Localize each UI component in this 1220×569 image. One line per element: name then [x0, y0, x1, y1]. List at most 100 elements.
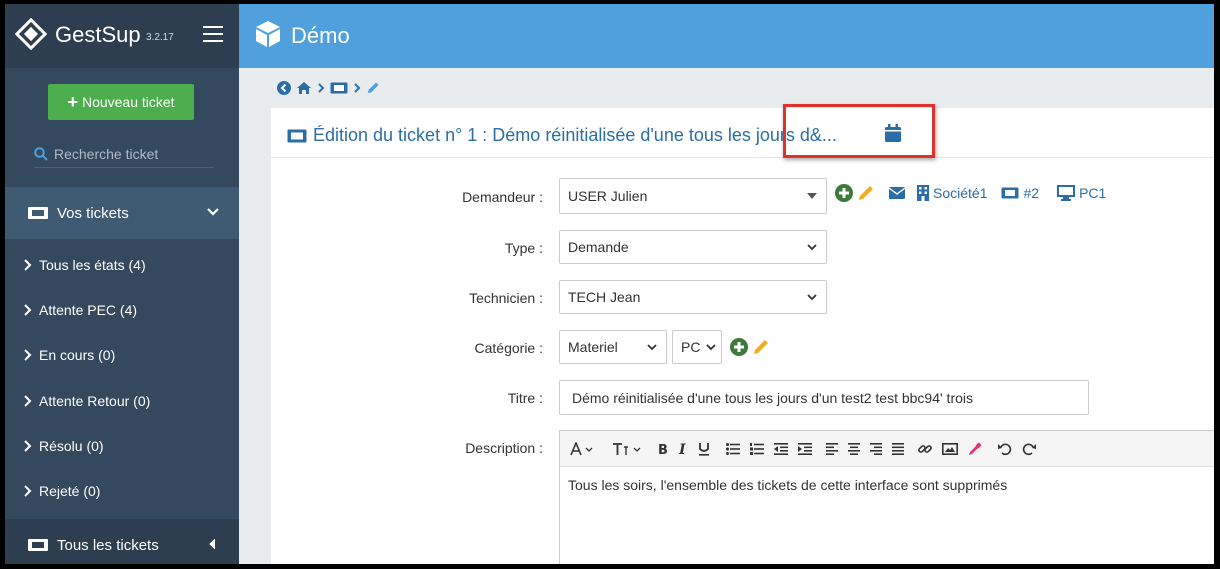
chevron-right-icon [354, 83, 361, 93]
requester-actions: Société1 #2 PC1 [835, 184, 1106, 202]
sidebar-item-label: Tous les états (4) [39, 257, 146, 273]
sidebar-item-attente-retour[interactable]: Attente Retour (0) [23, 390, 150, 412]
chevron-down-icon [807, 294, 817, 301]
add-circle-icon[interactable] [730, 338, 748, 356]
description-label: Description : [465, 440, 543, 456]
description-editor: B I Tous les soirs, l'ensemble des ticke… [559, 430, 1214, 564]
sidebar-item-attente-pec[interactable]: Attente PEC (4) [23, 299, 137, 321]
pencil-icon[interactable] [366, 81, 380, 95]
technician-label: Technicien : [469, 290, 543, 306]
type-value: Demande [568, 239, 629, 255]
home-icon[interactable] [296, 81, 312, 95]
chevron-right-icon [318, 83, 325, 93]
brand-version: 3.2.17 [146, 32, 174, 43]
bullet-list-icon[interactable] [726, 441, 740, 457]
sidebar-item-label: En cours (0) [39, 347, 116, 363]
requester-select[interactable]: USER Julien [559, 178, 827, 214]
redo-icon[interactable] [1022, 441, 1036, 457]
vos-tickets-label: Vos tickets [57, 204, 129, 222]
sidebar-item-en-cours[interactable]: En cours (0) [23, 344, 115, 366]
subcategory-select[interactable]: PC [672, 330, 722, 364]
titre-input[interactable]: Démo réinitialisée d'une tous les jours … [559, 380, 1089, 415]
chevron-right-icon [24, 440, 32, 452]
sidebar-item-vos-tickets[interactable]: Vos tickets [5, 187, 239, 239]
bold-icon[interactable]: B [658, 441, 668, 457]
building-icon [917, 185, 929, 201]
desktop-icon [1057, 185, 1076, 201]
category-select[interactable]: Materiel [559, 330, 667, 364]
chevron-down-icon [207, 208, 219, 216]
italic-icon[interactable]: I [678, 441, 688, 457]
requester-value: USER Julien [568, 188, 648, 204]
sidebar: GestSup 3.2.17 + Nouveau ticket Vos tick… [5, 4, 239, 564]
ticket-edit-card: Édition du ticket n° 1 : Démo réinitiali… [271, 104, 1214, 564]
menu-toggle-icon[interactable] [203, 26, 223, 42]
text-size-icon[interactable] [612, 441, 642, 457]
ticket-icon [28, 207, 48, 219]
numbered-list-icon[interactable] [750, 441, 764, 457]
envelope-icon[interactable] [889, 187, 905, 199]
technician-select[interactable]: TECH Jean [559, 280, 827, 314]
sidebar-item-label: Attente PEC (4) [39, 302, 138, 318]
ticket-ref-link[interactable]: #2 [1023, 185, 1039, 201]
new-ticket-label: Nouveau ticket [81, 94, 175, 110]
chevron-right-icon [24, 259, 32, 271]
ticket-icon[interactable] [330, 82, 348, 94]
chevron-down-icon [647, 344, 657, 351]
caret-down-icon [807, 193, 817, 199]
svg-text:I: I [678, 442, 686, 455]
chevron-left-icon [209, 538, 216, 550]
asset-link[interactable]: PC1 [1079, 185, 1106, 201]
type-label: Type : [504, 240, 543, 256]
chevron-right-icon [24, 485, 32, 497]
pencil-icon[interactable] [752, 338, 770, 356]
cube-icon [256, 21, 280, 47]
requester-label: Demandeur : [462, 189, 543, 205]
brand-bar: GestSup 3.2.17 [5, 4, 239, 68]
new-ticket-button[interactable]: + Nouveau ticket [48, 84, 194, 120]
ticket-title: Édition du ticket n° 1 : Démo réinitiali… [313, 125, 837, 145]
ticket-icon [1001, 187, 1019, 199]
sidebar-item-tous-les-etats[interactable]: Tous les états (4) [23, 254, 146, 276]
sidebar-item-resolu[interactable]: Résolu (0) [23, 435, 104, 457]
image-icon[interactable] [942, 441, 958, 457]
titre-value: Démo réinitialisée d'une tous les jours … [572, 389, 974, 406]
add-circle-icon[interactable] [835, 184, 853, 202]
indent-icon[interactable] [798, 441, 812, 457]
sidebar-item-rejete[interactable]: Rejeté (0) [23, 480, 100, 502]
color-picker-icon[interactable] [968, 441, 982, 457]
underline-icon[interactable] [698, 441, 710, 457]
category-label: Catégorie : [474, 340, 543, 356]
sidebar-item-tous-les-tickets[interactable]: Tous les tickets [5, 519, 239, 564]
align-justify-icon[interactable] [892, 441, 904, 457]
back-arrow-icon[interactable] [277, 81, 291, 95]
chevron-right-icon [24, 395, 32, 407]
sidebar-item-label: Rejeté (0) [39, 483, 101, 499]
pencil-icon[interactable] [857, 184, 875, 202]
search-input[interactable] [54, 145, 204, 162]
page-title: Démo [291, 23, 350, 48]
font-icon[interactable] [570, 441, 596, 457]
titre-label: Titre : [507, 390, 543, 406]
align-left-icon[interactable] [826, 441, 838, 457]
sidebar-item-label: Résolu (0) [39, 438, 104, 454]
undo-icon[interactable] [998, 441, 1012, 457]
sidebar-item-label: Attente Retour (0) [39, 393, 151, 409]
description-content[interactable]: Tous les soirs, l'ensemble des tickets d… [560, 467, 1214, 503]
type-select[interactable]: Demande [559, 230, 827, 264]
breadcrumb [277, 80, 380, 96]
company-link[interactable]: Société1 [933, 185, 987, 201]
technician-value: TECH Jean [568, 289, 641, 305]
outdent-icon[interactable] [774, 441, 788, 457]
editor-toolbar: B I [560, 431, 1214, 467]
app-window: GestSup 3.2.17 + Nouveau ticket Vos tick… [5, 4, 1214, 564]
link-icon[interactable] [918, 441, 932, 457]
chevron-right-icon [24, 304, 32, 316]
align-right-icon[interactable] [870, 441, 882, 457]
align-center-icon[interactable] [848, 441, 860, 457]
search-icon [34, 146, 48, 161]
highlight-box [783, 104, 935, 158]
ticket-icon [28, 539, 48, 551]
chevron-down-icon [807, 244, 817, 251]
ticket-icon [287, 129, 307, 143]
